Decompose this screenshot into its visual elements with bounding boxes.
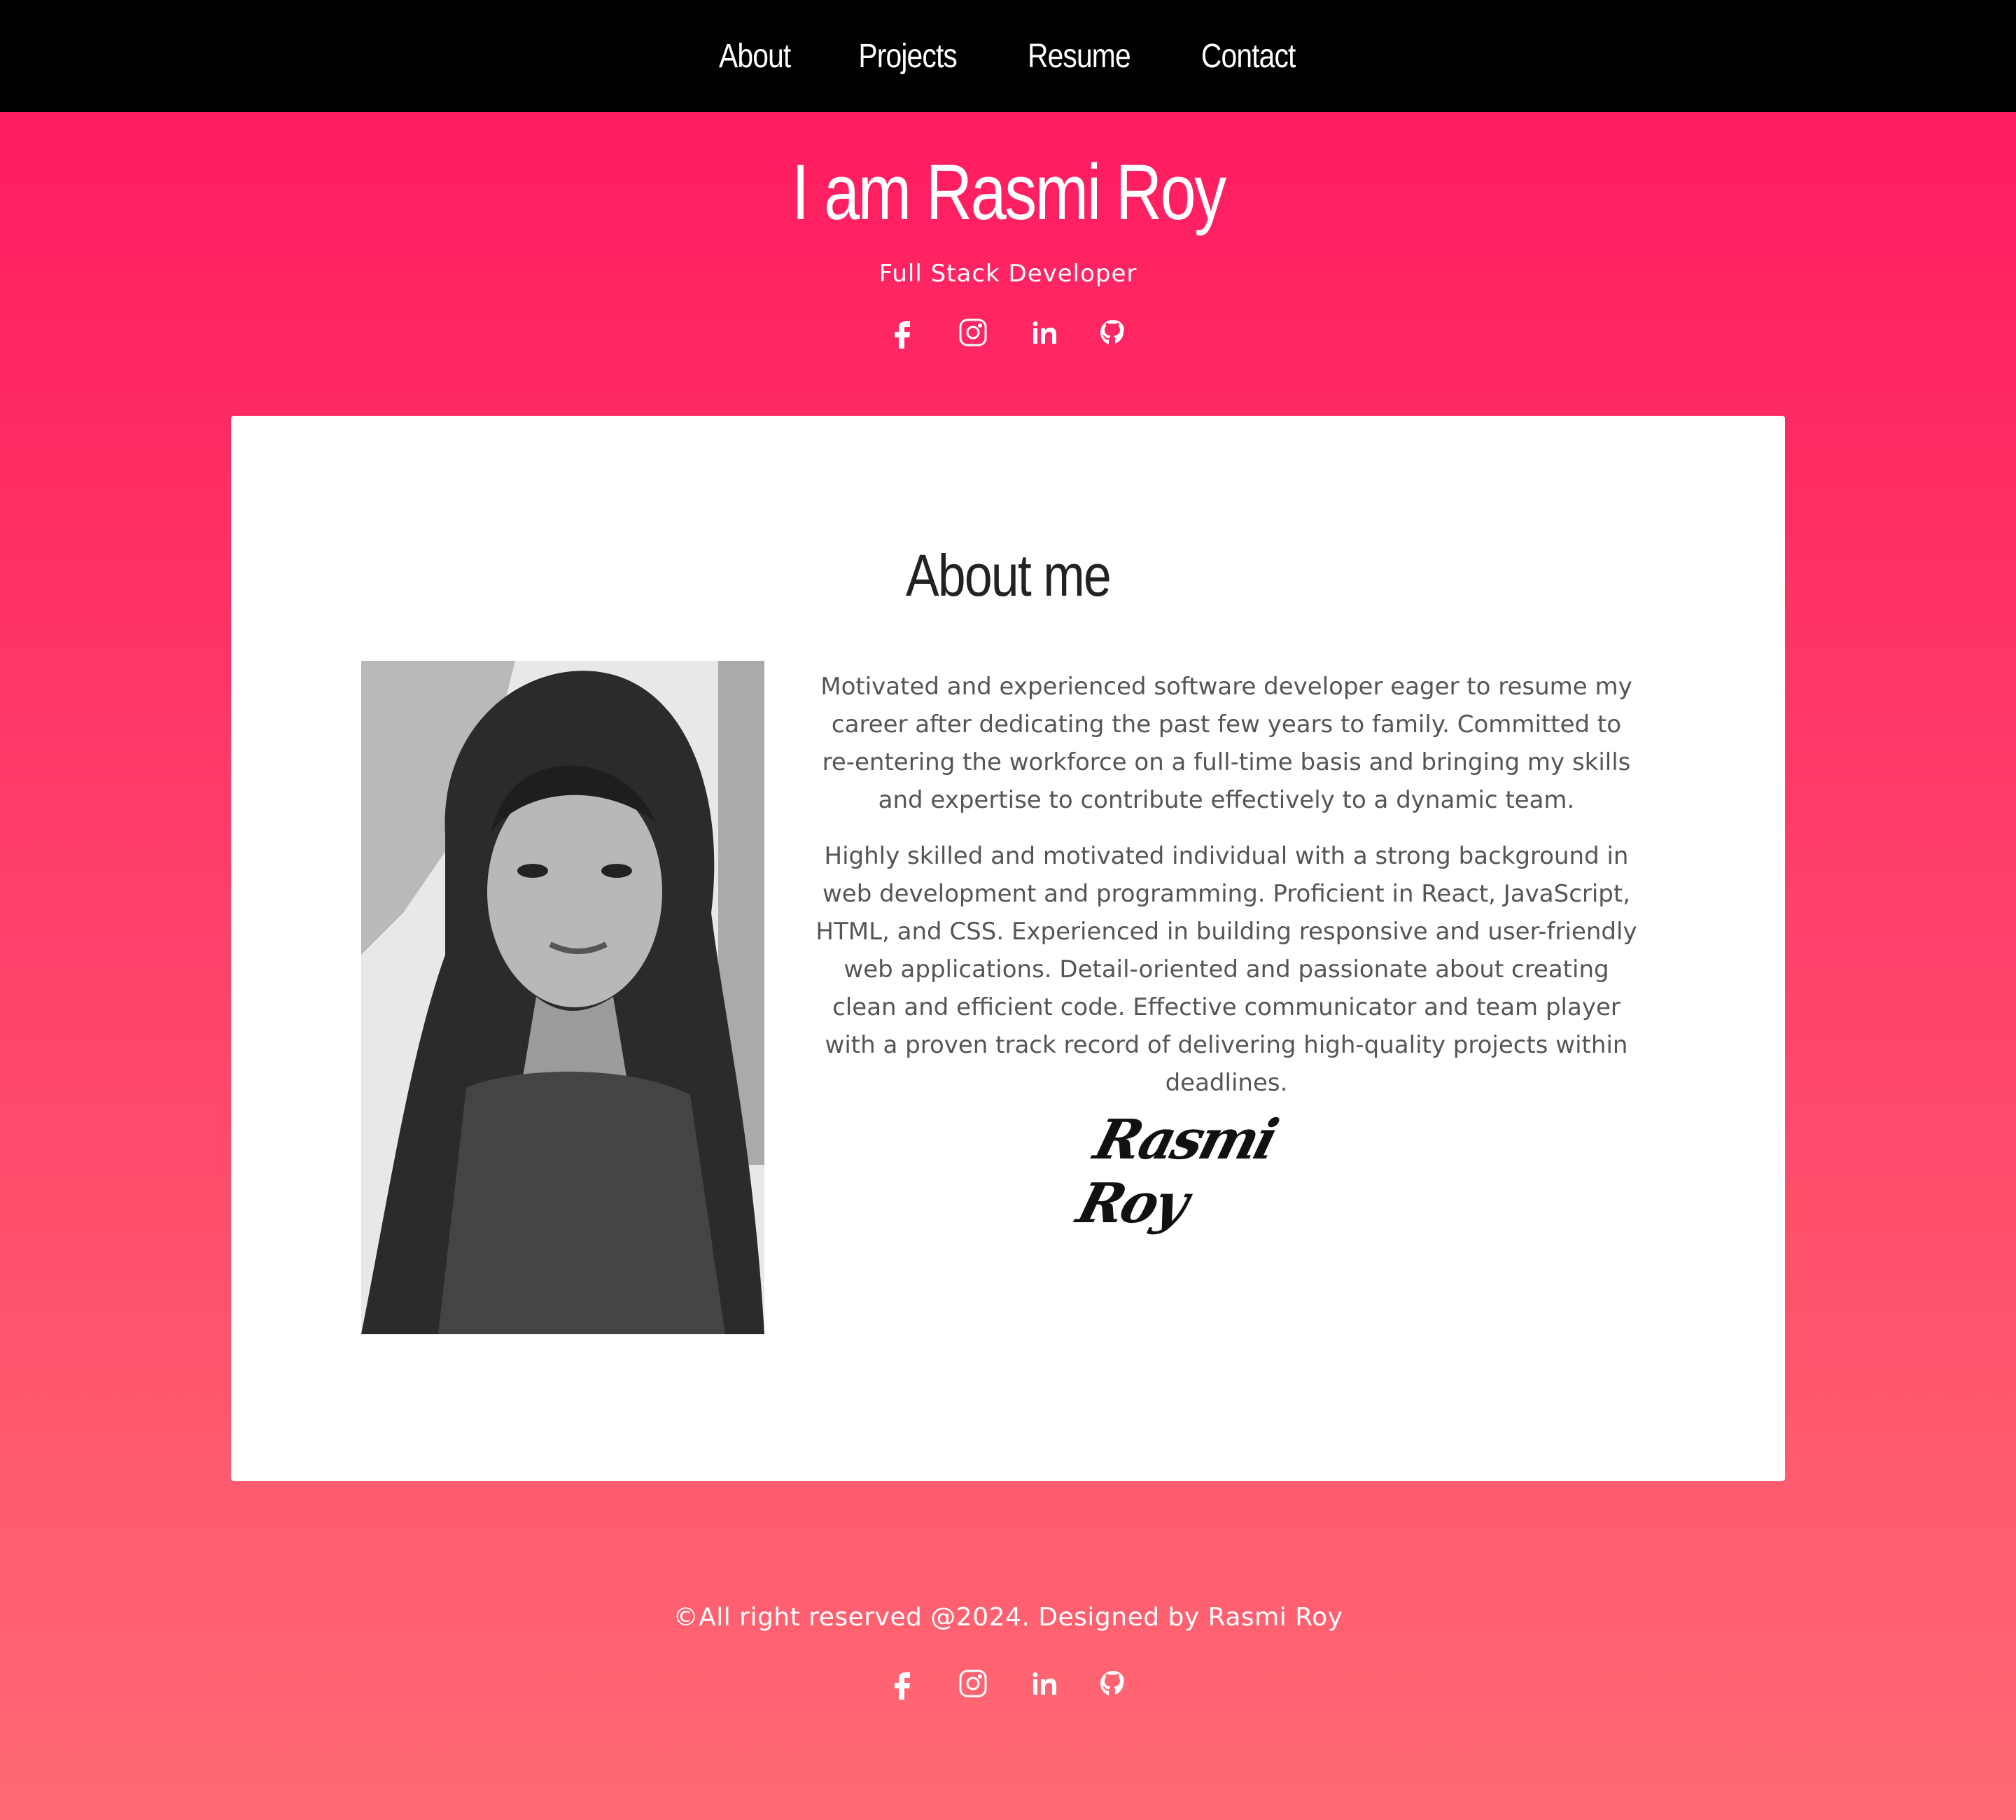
linkedin-icon[interactable] <box>1026 1667 1060 1700</box>
nav-link-about[interactable]: About <box>719 37 791 76</box>
footer: ©All right reserved @2024. Designed by R… <box>0 1603 2016 1700</box>
nav-link-contact[interactable]: Contact <box>1201 37 1296 76</box>
about-paragraph-2: Highly skilled and motivated individual … <box>816 842 1637 1097</box>
signature-image: Rasmi Roy <box>1070 1108 1282 1236</box>
hero-section: I am Rasmi Roy Full Stack Developer <box>0 147 2016 349</box>
top-nav: About Projects Resume Contact <box>0 0 2016 112</box>
footer-social-links <box>0 1667 2016 1700</box>
hero-social-links <box>0 316 2016 349</box>
instagram-icon[interactable] <box>956 316 990 349</box>
facebook-icon[interactable] <box>886 316 920 349</box>
github-icon[interactable] <box>1096 1667 1130 1700</box>
facebook-icon[interactable] <box>886 1667 920 1700</box>
profile-photo <box>361 661 764 1334</box>
nav-link-projects[interactable]: Projects <box>858 37 957 76</box>
nav-link-resume[interactable]: Resume <box>1028 37 1131 76</box>
about-heading: About me <box>905 542 1112 608</box>
linkedin-icon[interactable] <box>1026 316 1060 349</box>
page-subtitle: Full Stack Developer <box>878 260 1138 288</box>
about-card: About me Motivated and experienced softw… <box>231 416 1785 1481</box>
copyright-text: ©All right reserved @2024. Designed by R… <box>673 1603 1343 1632</box>
page-title: I am Rasmi Roy <box>791 148 1226 236</box>
about-description: Motivated and experienced software devel… <box>813 668 1639 1120</box>
instagram-icon[interactable] <box>956 1667 990 1700</box>
github-icon[interactable] <box>1096 316 1130 349</box>
about-paragraph-1: Motivated and experienced software devel… <box>820 673 1632 814</box>
